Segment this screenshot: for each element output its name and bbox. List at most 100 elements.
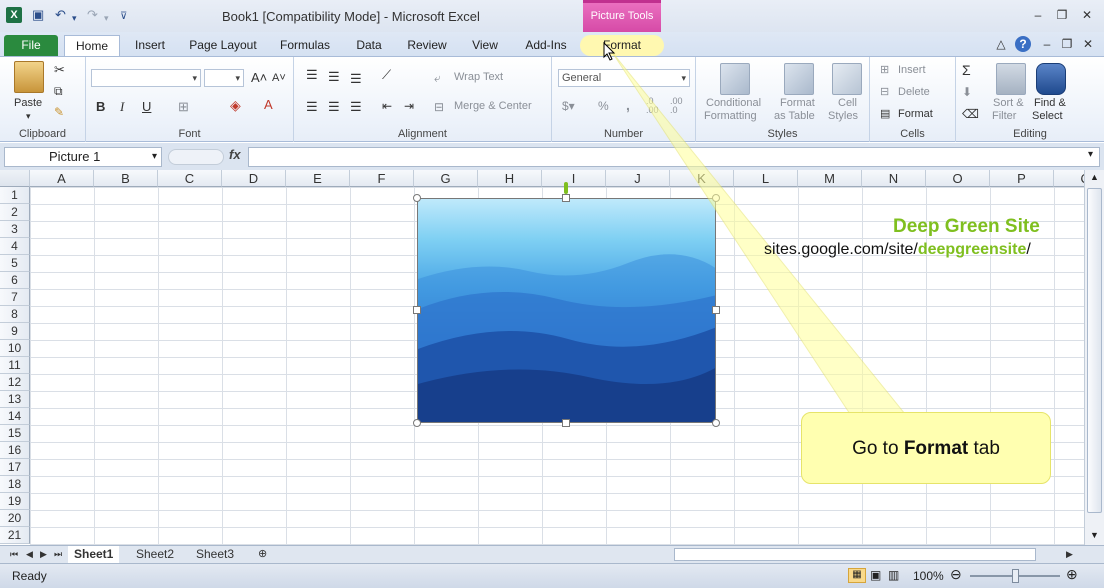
- row-header[interactable]: 6: [0, 272, 30, 289]
- align-center-icon[interactable]: ☰: [328, 99, 340, 115]
- paste-label[interactable]: Paste: [14, 97, 42, 109]
- expand-formula-bar-icon[interactable]: ▾: [1088, 149, 1093, 160]
- resize-handle-left[interactable]: [413, 306, 421, 314]
- tab-insert[interactable]: Insert: [128, 35, 172, 56]
- row-header[interactable]: 20: [0, 510, 30, 527]
- copy-icon[interactable]: ⧉: [54, 84, 63, 99]
- conditional-formatting-label[interactable]: Conditional: [706, 97, 761, 109]
- row-header[interactable]: 9: [0, 323, 30, 340]
- zoom-in-icon[interactable]: ⊕: [1066, 566, 1078, 583]
- close-window-icon[interactable]: ✕: [1080, 8, 1094, 22]
- row-header[interactable]: 14: [0, 408, 30, 425]
- excel-logo-icon[interactable]: X: [6, 7, 22, 23]
- redo-icon[interactable]: ↷: [87, 8, 98, 22]
- tab-page-layout[interactable]: Page Layout: [184, 35, 262, 56]
- borders-icon[interactable]: ⊞: [178, 99, 189, 115]
- tab-formulas[interactable]: Formulas: [274, 35, 336, 56]
- wrap-text-button[interactable]: Wrap Text: [454, 71, 503, 83]
- tab-format[interactable]: Format: [580, 35, 664, 56]
- bold-button[interactable]: B: [96, 99, 105, 114]
- paste-icon[interactable]: [14, 61, 44, 93]
- column-header[interactable]: N: [862, 170, 926, 187]
- grow-font-icon[interactable]: A˄: [251, 70, 267, 85]
- column-header[interactable]: D: [222, 170, 286, 187]
- autosum-icon[interactable]: Σ: [962, 62, 971, 78]
- zoom-slider-thumb[interactable]: [1012, 569, 1019, 583]
- page-break-view-icon[interactable]: ▥: [888, 568, 899, 582]
- row-header[interactable]: 7: [0, 289, 30, 306]
- scroll-right-icon[interactable]: ▶: [1060, 546, 1079, 563]
- minimize-window-icon[interactable]: –: [1031, 8, 1045, 22]
- workbook-restore-icon[interactable]: ❐: [1060, 37, 1074, 51]
- sheet-tab-2[interactable]: Sheet2: [130, 546, 180, 563]
- select-all-corner[interactable]: [0, 170, 30, 187]
- column-header[interactable]: M: [798, 170, 862, 187]
- format-as-table-label-2[interactable]: as Table: [774, 110, 815, 122]
- tab-file[interactable]: File: [4, 35, 58, 56]
- font-name-combo[interactable]: [91, 69, 201, 87]
- percent-button[interactable]: %: [598, 99, 609, 113]
- ribbon-collapse-icon[interactable]: △: [994, 37, 1008, 51]
- italic-button[interactable]: I: [120, 99, 124, 115]
- cell-styles-icon[interactable]: [832, 63, 862, 95]
- comma-button[interactable]: ,: [626, 97, 630, 113]
- align-right-icon[interactable]: ☰: [350, 99, 362, 115]
- find-select-label-2[interactable]: Select: [1032, 110, 1063, 122]
- insert-cells-button[interactable]: Insert: [898, 64, 926, 76]
- delete-cells-button[interactable]: Delete: [898, 86, 930, 98]
- shrink-font-icon[interactable]: A˅: [272, 72, 286, 84]
- delete-cells-icon[interactable]: ⊟: [880, 85, 889, 98]
- column-header[interactable]: P: [990, 170, 1054, 187]
- picture-1[interactable]: [417, 198, 716, 423]
- column-header[interactable]: B: [94, 170, 158, 187]
- page-layout-view-icon[interactable]: ▣: [870, 568, 881, 582]
- scroll-up-icon[interactable]: ▲: [1090, 172, 1099, 182]
- customize-qat-icon[interactable]: ⊽: [120, 10, 127, 24]
- row-header[interactable]: 17: [0, 459, 30, 476]
- name-box[interactable]: Picture 1: [4, 147, 162, 167]
- clear-icon[interactable]: ⌫: [962, 107, 979, 121]
- column-header[interactable]: K: [670, 170, 734, 187]
- row-header[interactable]: 18: [0, 476, 30, 493]
- row-header[interactable]: 4: [0, 238, 30, 255]
- scroll-down-icon[interactable]: ▼: [1090, 530, 1099, 540]
- row-header[interactable]: 19: [0, 493, 30, 510]
- format-cells-button[interactable]: Format: [898, 108, 933, 120]
- tab-review[interactable]: Review: [402, 35, 452, 56]
- formula-bar-divider[interactable]: [168, 149, 224, 165]
- undo-icon[interactable]: ↶: [55, 8, 66, 22]
- column-header[interactable]: H: [478, 170, 542, 187]
- increase-indent-icon[interactable]: ⇥: [404, 99, 414, 113]
- merge-center-icon[interactable]: ⊟: [434, 100, 444, 114]
- row-header[interactable]: 8: [0, 306, 30, 323]
- row-header[interactable]: 1: [0, 187, 30, 204]
- format-cells-icon[interactable]: ▤: [880, 107, 890, 120]
- redo-dropdown-icon[interactable]: ▾: [104, 11, 109, 25]
- fill-icon[interactable]: ⬇: [962, 85, 972, 99]
- format-painter-icon[interactable]: ✎: [54, 105, 64, 119]
- normal-view-icon[interactable]: ▦: [848, 568, 866, 583]
- find-select-icon[interactable]: [1036, 63, 1066, 95]
- resize-handle-top[interactable]: [562, 194, 570, 202]
- insert-cells-icon[interactable]: ⊞: [880, 63, 889, 76]
- sort-filter-label[interactable]: Sort &: [993, 97, 1024, 109]
- number-format-combo[interactable]: General: [558, 69, 690, 87]
- sheet-tab-1[interactable]: Sheet1: [68, 546, 120, 563]
- resize-handle-bottom-right[interactable]: [712, 419, 720, 427]
- workbook-close-icon[interactable]: ✕: [1081, 37, 1095, 51]
- sheet-tab-3[interactable]: Sheet3: [190, 546, 240, 563]
- last-sheet-icon[interactable]: ⏭: [48, 546, 68, 563]
- increase-decimal-icon[interactable]: .0.00: [646, 97, 659, 115]
- row-header[interactable]: 16: [0, 442, 30, 459]
- column-header[interactable]: G: [414, 170, 478, 187]
- conditional-formatting-icon[interactable]: [720, 63, 750, 95]
- column-header[interactable]: E: [286, 170, 350, 187]
- vertical-scrollbar[interactable]: ▲ ▼: [1084, 170, 1104, 545]
- zoom-out-icon[interactable]: ⊖: [950, 566, 962, 583]
- column-header[interactable]: O: [926, 170, 990, 187]
- merge-center-button[interactable]: Merge & Center: [454, 100, 532, 112]
- row-header[interactable]: 12: [0, 374, 30, 391]
- font-size-combo[interactable]: [204, 69, 244, 87]
- formula-input[interactable]: [248, 147, 1100, 167]
- zoom-level[interactable]: 100%: [913, 569, 944, 583]
